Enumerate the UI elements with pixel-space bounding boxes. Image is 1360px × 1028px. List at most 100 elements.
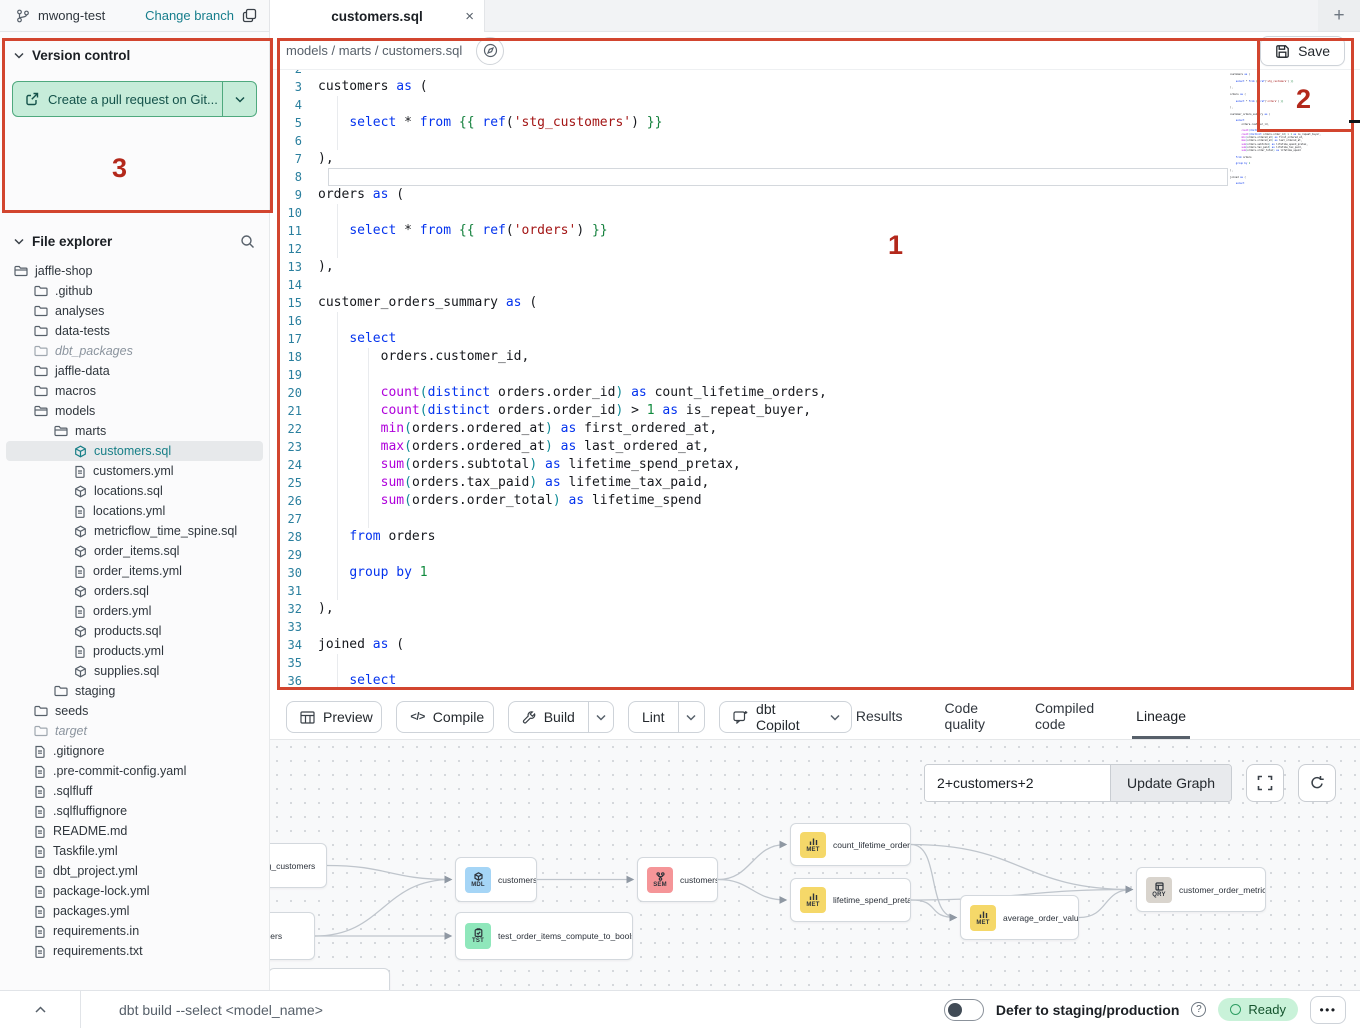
code-line-3[interactable]: 3customers as (: [270, 78, 1360, 96]
lineage-node-count-lifetime-orders[interactable]: METcount_lifetime_orders: [790, 823, 911, 866]
lineage-node-customer-order-metrics[interactable]: QRYcustomer_order_metrics: [1136, 867, 1266, 912]
code-line-28[interactable]: 28 from orders: [270, 528, 1360, 546]
file-tree-item-orders-sql[interactable]: orders.sql: [6, 581, 263, 601]
code-line-5[interactable]: 5 select * from {{ ref('stg_customers') …: [270, 114, 1360, 132]
lineage-node-orders[interactable]: MDLorders: [270, 912, 315, 960]
command-input[interactable]: dbt build --select <model_name>: [81, 1002, 944, 1018]
code-line-15[interactable]: 15customer_orders_summary as (: [270, 294, 1360, 312]
code-line-10[interactable]: 10: [270, 204, 1360, 222]
file-tree-item-orders-yml[interactable]: orders.yml: [6, 601, 263, 621]
close-icon[interactable]: ×: [465, 9, 474, 24]
lineage-selector-input[interactable]: [925, 765, 1110, 801]
tab-lineage[interactable]: Lineage: [1132, 695, 1190, 739]
code-line-23[interactable]: 23 max(orders.ordered_at) as last_ordere…: [270, 438, 1360, 456]
chevron-down-icon[interactable]: [678, 702, 704, 732]
file-tree-item-jaffle-shop[interactable]: jaffle-shop: [6, 261, 263, 281]
file-tree-item-supplies-sql[interactable]: supplies.sql: [6, 661, 263, 681]
new-tab-button[interactable]: +: [1318, 0, 1360, 31]
preview-button[interactable]: Preview: [286, 701, 382, 733]
code-line-36[interactable]: 36 select: [270, 672, 1360, 690]
tab-compiled-code[interactable]: Compiled code: [1031, 695, 1098, 739]
file-tree-item-analyses[interactable]: analyses: [6, 301, 263, 321]
code-line-7[interactable]: 7),: [270, 150, 1360, 168]
lineage-node-lifetime-spend-pretax[interactable]: METlifetime_spend_pretax: [790, 878, 911, 922]
file-tree-item--github[interactable]: .github: [6, 281, 263, 301]
code-line-18[interactable]: 18 orders.customer_id,: [270, 348, 1360, 366]
lineage-node-average-order-value[interactable]: METaverage_order_value: [960, 895, 1079, 940]
lineage-node-customers[interactable]: MDLcustomers: [455, 857, 537, 902]
tab-code-quality[interactable]: Code quality: [941, 695, 997, 739]
code-line-30[interactable]: 30 group by 1: [270, 564, 1360, 582]
code-line-27[interactable]: 27: [270, 510, 1360, 528]
file-tree-item--sqlfluff[interactable]: .sqlfluff: [6, 781, 263, 801]
file-tree-item-macros[interactable]: macros: [6, 381, 263, 401]
tab-customers-sql[interactable]: customers.sql ×: [270, 0, 485, 33]
lineage-node-customers[interactable]: SEMcustomers: [637, 857, 718, 902]
file-tree-item-target[interactable]: target: [6, 721, 263, 741]
file-tree-item-dbt-packages[interactable]: dbt_packages: [6, 341, 263, 361]
code-line-22[interactable]: 22 min(orders.ordered_at) as first_order…: [270, 420, 1360, 438]
code-line-4[interactable]: 4: [270, 96, 1360, 114]
code-line-11[interactable]: 11 select * from {{ ref('orders') }}: [270, 222, 1360, 240]
defer-toggle[interactable]: [944, 999, 984, 1021]
lint-button[interactable]: Lint: [628, 701, 705, 733]
file-tree-item-data-tests[interactable]: data-tests: [6, 321, 263, 341]
file-tree-item-package-lock-yml[interactable]: package-lock.yml: [6, 881, 263, 901]
code-line-34[interactable]: 34joined as (: [270, 636, 1360, 654]
chevron-down-icon[interactable]: [588, 702, 613, 732]
code-line-33[interactable]: 33: [270, 618, 1360, 636]
file-tree-item-models[interactable]: models: [6, 401, 263, 421]
update-graph-button[interactable]: Update Graph: [1110, 765, 1231, 801]
code-line-29[interactable]: 29: [270, 546, 1360, 564]
question-icon[interactable]: ?: [1191, 1002, 1206, 1017]
chevron-up-icon[interactable]: [0, 1006, 80, 1013]
search-icon[interactable]: [240, 234, 255, 249]
file-tree-item-products-sql[interactable]: products.sql: [6, 621, 263, 641]
compass-icon[interactable]: [476, 37, 504, 65]
code-line-31[interactable]: 31: [270, 582, 1360, 600]
copy-icon[interactable]: [242, 8, 257, 23]
fullscreen-icon[interactable]: [1246, 764, 1284, 802]
file-tree-item--gitignore[interactable]: .gitignore: [6, 741, 263, 761]
status-badge[interactable]: Ready: [1218, 998, 1298, 1021]
code-line-13[interactable]: 13),: [270, 258, 1360, 276]
file-tree-item-customers-sql[interactable]: customers.sql: [6, 441, 263, 461]
file-tree-item-locations-yml[interactable]: locations.yml: [6, 501, 263, 521]
more-options-button[interactable]: •••: [1310, 996, 1346, 1024]
code-line-17[interactable]: 17 select: [270, 330, 1360, 348]
file-tree-item-marts[interactable]: marts: [6, 421, 263, 441]
code-line-32[interactable]: 32),: [270, 600, 1360, 618]
file-tree-item--pre-commit-config-yaml[interactable]: .pre-commit-config.yaml: [6, 761, 263, 781]
file-tree-item-seeds[interactable]: seeds: [6, 701, 263, 721]
save-button[interactable]: Save: [1260, 36, 1345, 66]
code-line-12[interactable]: 12: [270, 240, 1360, 258]
file-tree-item-requirements-in[interactable]: requirements.in: [6, 921, 263, 941]
code-line-9[interactable]: 9orders as (: [270, 186, 1360, 204]
refresh-icon[interactable]: [1298, 764, 1336, 802]
file-tree-item-taskfile-yml[interactable]: Taskfile.yml: [6, 841, 263, 861]
code-line-2[interactable]: 2: [270, 70, 1360, 78]
code-line-8[interactable]: 8: [270, 168, 1360, 186]
code-line-26[interactable]: 26 sum(orders.order_total) as lifetime_s…: [270, 492, 1360, 510]
code-line-25[interactable]: 25 sum(orders.tax_paid) as lifetime_tax_…: [270, 474, 1360, 492]
file-tree-item-readme-md[interactable]: README.md: [6, 821, 263, 841]
file-tree-item-order-items-sql[interactable]: order_items.sql: [6, 541, 263, 561]
file-tree-item-requirements-txt[interactable]: requirements.txt: [6, 941, 263, 961]
change-branch-link[interactable]: Change branch: [145, 8, 234, 23]
file-tree-item-products-yml[interactable]: products.yml: [6, 641, 263, 661]
file-tree-item-jaffle-data[interactable]: jaffle-data: [6, 361, 263, 381]
file-tree-item-customers-yml[interactable]: customers.yml: [6, 461, 263, 481]
code-line-14[interactable]: 14: [270, 276, 1360, 294]
dbt-copilot-button[interactable]: dbt Copilot: [719, 701, 852, 733]
build-button[interactable]: Build: [508, 701, 614, 733]
file-tree-item--sqlfluffignore[interactable]: .sqlfluffignore: [6, 801, 263, 821]
code-line-35[interactable]: 35: [270, 654, 1360, 672]
file-tree-item-order-items-yml[interactable]: order_items.yml: [6, 561, 263, 581]
lineage-node-test-order-items-compute-to-bools-[interactable]: TSTtest_order_items_compute_to_bools...: [455, 912, 633, 960]
code-editor[interactable]: 23customers as (45 select * from {{ ref(…: [270, 70, 1360, 695]
pr-dropdown-button[interactable]: [222, 82, 256, 116]
code-line-16[interactable]: 16: [270, 312, 1360, 330]
code-line-20[interactable]: 20 count(distinct orders.order_id) as co…: [270, 384, 1360, 402]
compile-button[interactable]: </>Compile: [396, 701, 493, 733]
lineage-node-stg-customers[interactable]: MDLstg_customers: [270, 843, 327, 888]
